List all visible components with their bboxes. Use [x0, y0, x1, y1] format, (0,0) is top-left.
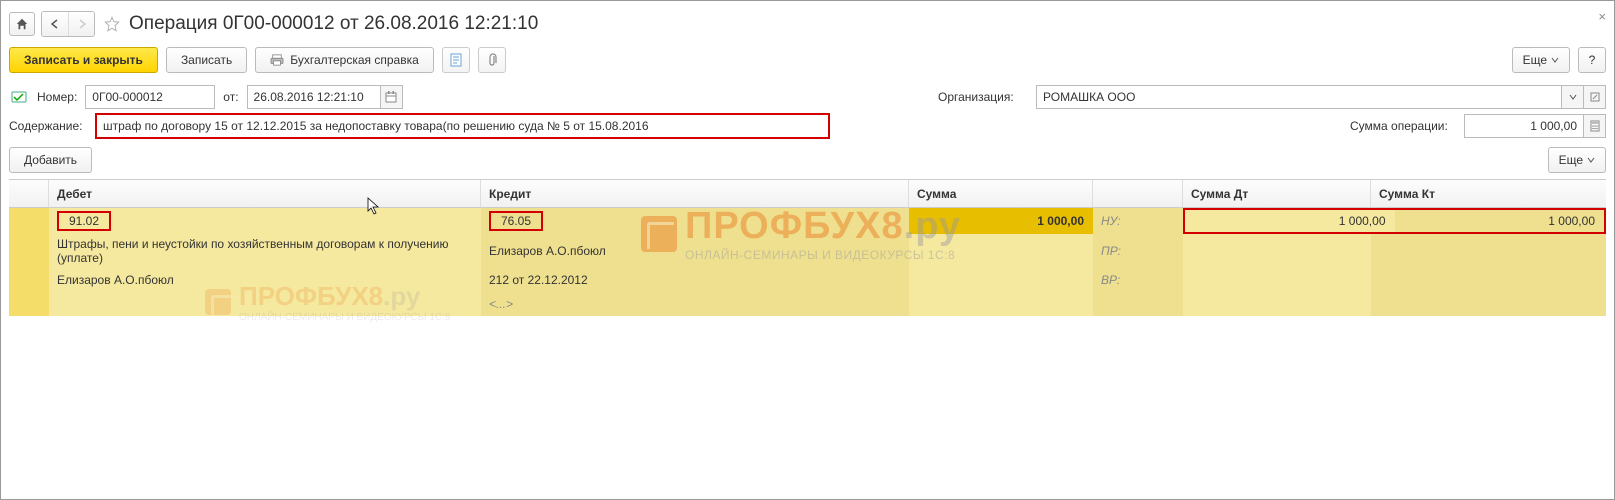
more-label: Еще — [1523, 53, 1547, 67]
cell-sumdt-empty — [1183, 292, 1371, 316]
cell-sum-empty — [909, 234, 1093, 268]
number-input[interactable]: 0Г00-000012 — [85, 85, 215, 109]
cell-sum-empty — [909, 292, 1093, 316]
close-icon[interactable]: × — [1598, 9, 1606, 24]
sum-label: Сумма операции: — [1350, 119, 1456, 133]
document-icon-button[interactable] — [442, 47, 470, 73]
chevron-down-icon — [1569, 94, 1577, 100]
table-row[interactable]: Штрафы, пени и неустойки по хозяйственны… — [9, 234, 1606, 268]
favorite-star-icon[interactable] — [101, 13, 123, 35]
number-label: Номер: — [37, 90, 77, 104]
more-button-top[interactable]: Еще — [1512, 47, 1570, 73]
cell-sum-dt[interactable]: 1 000,00 — [1185, 210, 1395, 232]
debit-account-box: 91.02 — [57, 211, 111, 231]
cell-sumkt-empty — [1371, 268, 1606, 292]
attach-icon-button[interactable] — [478, 47, 506, 73]
printer-icon — [270, 54, 284, 66]
org-open-button[interactable] — [1584, 85, 1606, 109]
back-button[interactable] — [42, 12, 68, 36]
date-input[interactable]: 26.08.2016 12:21:10 — [247, 85, 381, 109]
table-row[interactable]: Елизаров А.О.пбоюл 212 от 22.12.2012 ВР: — [9, 268, 1606, 292]
th-sumkt[interactable]: Сумма Кт — [1371, 180, 1606, 207]
cell-sumdt-empty — [1183, 268, 1371, 292]
cell-debit-analytic1[interactable]: Штрафы, пени и неустойки по хозяйственны… — [49, 234, 481, 268]
nav-arrows — [41, 11, 95, 37]
cell-sumdt-empty — [1183, 234, 1371, 268]
more-label-sub: Еще — [1559, 153, 1583, 167]
cell-debit-analytic2[interactable]: Елизаров А.О.пбоюл — [49, 268, 481, 292]
calendar-button[interactable] — [381, 85, 403, 109]
table-row[interactable]: <...> — [9, 292, 1606, 316]
home-button[interactable] — [9, 12, 35, 36]
cell-credit-analytic1[interactable]: Елизаров А.О.пбоюл — [481, 234, 909, 268]
more-button-sub[interactable]: Еще — [1548, 147, 1606, 173]
cell-credit-analytic3[interactable]: <...> — [481, 292, 909, 316]
calendar-icon — [385, 91, 397, 103]
calculator-icon — [1590, 120, 1600, 132]
content-label: Содержание: — [9, 119, 87, 133]
cell-type-vr: ВР: — [1093, 268, 1183, 292]
cell-type-nu: НУ: — [1093, 208, 1183, 234]
page-title: Операция 0Г00-000012 от 26.08.2016 12:21… — [129, 13, 538, 35]
entries-table: Дебет Кредит Сумма Сумма Дт Сумма Кт 91.… — [9, 179, 1606, 316]
calculator-button[interactable] — [1584, 114, 1606, 138]
cell-sum-empty — [909, 268, 1093, 292]
save-button[interactable]: Записать — [166, 47, 247, 73]
cell-type-empty — [1093, 292, 1183, 316]
titlebar: Операция 0Г00-000012 от 26.08.2016 12:21… — [9, 7, 1606, 45]
row-gutter — [9, 208, 49, 234]
chevron-down-icon — [1551, 57, 1559, 63]
sum-input[interactable]: 1 000,00 — [1464, 114, 1584, 138]
cell-type-pr: ПР: — [1093, 234, 1183, 268]
row-gutter — [9, 234, 49, 268]
cell-sum-kt[interactable]: 1 000,00 — [1395, 210, 1605, 232]
content-input[interactable]: штраф по договору 15 от 12.12.2015 за не… — [97, 115, 828, 137]
cell-debit-acct[interactable]: 91.02 — [49, 208, 481, 234]
th-credit[interactable]: Кредит — [481, 180, 909, 207]
accounting-ref-button[interactable]: Бухгалтерская справка — [255, 47, 434, 73]
row-gutter — [9, 268, 49, 292]
th-gutter — [9, 180, 49, 207]
accounting-ref-label: Бухгалтерская справка — [290, 53, 419, 67]
cell-credit-acct[interactable]: 76.05 — [481, 208, 909, 234]
open-icon — [1590, 92, 1600, 102]
document-icon — [450, 53, 462, 67]
row-gutter — [9, 292, 49, 316]
table-row[interactable]: 91.02 76.05 1 000,00 НУ: 1 000,00 1 000,… — [9, 208, 1606, 234]
chevron-down-icon — [1587, 157, 1595, 163]
save-close-button[interactable]: Записать и закрыть — [9, 47, 158, 73]
cell-credit-analytic2[interactable]: 212 от 22.12.2012 — [481, 268, 909, 292]
forward-button[interactable] — [68, 12, 94, 36]
table-header-row: Дебет Кредит Сумма Сумма Дт Сумма Кт — [9, 180, 1606, 208]
form-row-id: Номер: 0Г00-000012 от: 26.08.2016 12:21:… — [9, 83, 1606, 111]
subbar: Добавить Еще — [9, 141, 1606, 179]
th-type — [1093, 180, 1183, 207]
cell-sumkt-empty — [1371, 292, 1606, 316]
from-label: от: — [223, 90, 238, 104]
help-button[interactable]: ? — [1578, 47, 1606, 73]
add-button[interactable]: Добавить — [9, 147, 92, 173]
cell-sum[interactable]: 1 000,00 — [909, 208, 1093, 234]
status-icon — [9, 87, 29, 107]
cell-sumkt-empty — [1371, 234, 1606, 268]
org-dropdown-button[interactable] — [1562, 85, 1584, 109]
th-debit[interactable]: Дебет — [49, 180, 481, 207]
th-sumdt[interactable]: Сумма Дт — [1183, 180, 1371, 207]
credit-account-box: 76.05 — [489, 211, 543, 231]
org-label: Организация: — [938, 90, 1028, 104]
org-input[interactable]: РОМАШКА ООО — [1036, 85, 1562, 109]
paperclip-icon — [487, 53, 497, 67]
toolbar: Записать и закрыть Записать Бухгалтерска… — [9, 45, 1606, 83]
cell-debit-analytic3[interactable] — [49, 292, 481, 316]
th-sum[interactable]: Сумма — [909, 180, 1093, 207]
form-row-content: Содержание: штраф по договору 15 от 12.1… — [9, 111, 1606, 141]
